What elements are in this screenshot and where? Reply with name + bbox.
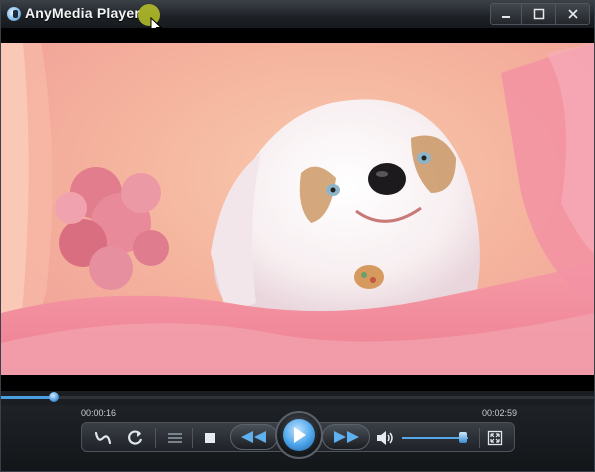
fast-forward-icon [334, 431, 359, 443]
play-button-face [283, 419, 315, 451]
window-controls [490, 3, 590, 25]
seek-thumb[interactable] [49, 392, 60, 402]
mute-button[interactable] [375, 429, 395, 447]
close-icon [567, 9, 578, 19]
stop-icon [205, 433, 215, 443]
elapsed-time: 00:00:16 [81, 408, 117, 418]
rewind-button[interactable] [230, 424, 278, 450]
minimize-button[interactable] [491, 4, 521, 24]
separator [192, 428, 193, 448]
video-image [1, 43, 594, 375]
total-duration: 00:02:59 [482, 408, 518, 418]
seek-bar[interactable] [1, 391, 594, 405]
fullscreen-icon [487, 430, 503, 446]
separator [479, 428, 480, 448]
shuffle-icon [128, 430, 143, 445]
fast-forward-button[interactable] [322, 424, 370, 450]
seek-track[interactable] [1, 392, 594, 402]
playlist-icon [168, 433, 182, 443]
rewind-icon [241, 431, 266, 443]
app-logo-icon [7, 7, 21, 21]
repeat-icon [94, 431, 112, 445]
letterbox-bottom [1, 375, 594, 391]
video-frame[interactable] [1, 43, 594, 375]
speaker-icon [377, 431, 393, 445]
play-button[interactable] [275, 411, 323, 459]
volume-thumb[interactable] [458, 432, 467, 443]
playlist-button[interactable] [165, 429, 185, 447]
minimize-icon [502, 16, 510, 18]
fullscreen-button[interactable] [485, 429, 505, 447]
volume-slider[interactable] [402, 432, 468, 443]
player-window: AnyMedia Player 00:00:16 00:02:59 [0, 0, 595, 472]
title-bar[interactable]: AnyMedia Player [1, 1, 594, 35]
window-title: AnyMedia Player [25, 5, 141, 21]
maximize-icon [533, 8, 544, 20]
separator [155, 428, 156, 448]
letterbox-top [1, 28, 594, 43]
maximize-button[interactable] [521, 4, 555, 24]
repeat-button[interactable] [93, 429, 113, 447]
close-button[interactable] [555, 4, 589, 24]
shuffle-button[interactable] [125, 429, 145, 447]
seek-progress-fill [1, 396, 55, 399]
play-icon [294, 427, 306, 443]
stop-button[interactable] [200, 429, 220, 447]
